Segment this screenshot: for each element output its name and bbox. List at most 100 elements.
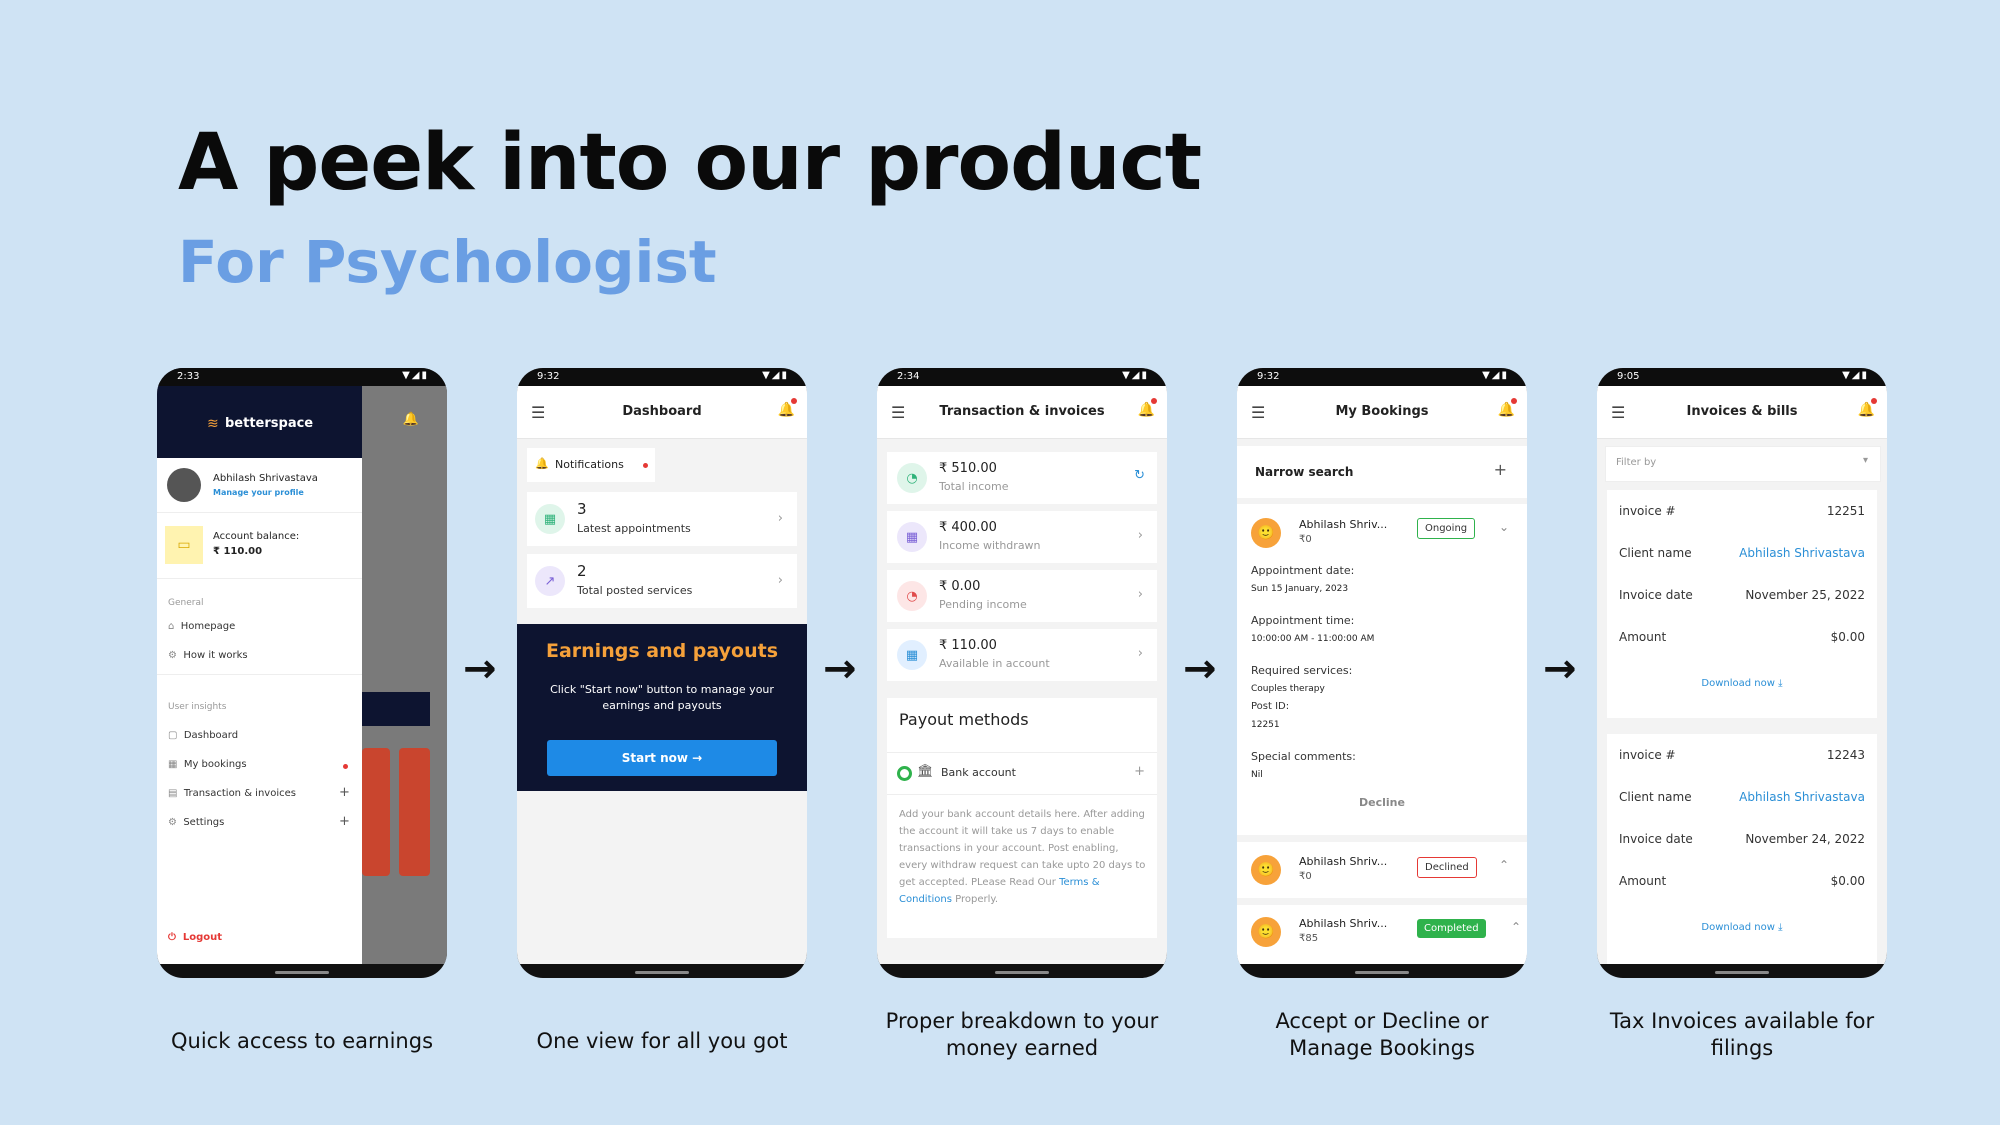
time-label: Appointment time: [1251, 614, 1355, 627]
row-value: $0.00 [1830, 874, 1865, 888]
row-amount: ₹ 510.00 [939, 461, 997, 476]
home-indicator[interactable] [635, 971, 689, 974]
row-value: 12243 [1826, 748, 1865, 762]
button-label: Start now [621, 751, 688, 765]
chevron-down-icon[interactable]: ⌄ [1499, 520, 1509, 534]
calendar-icon: ▦ [897, 640, 927, 670]
brand-name: betterspace [225, 416, 314, 431]
sidebar-item-my-bookings[interactable]: ▦ My bookings [168, 759, 247, 770]
expand-settings-button[interactable]: + [339, 814, 350, 829]
transaction-row-pending[interactable]: ◔ ₹ 0.00 Pending income › [887, 570, 1157, 622]
notification-dot [1871, 398, 1877, 404]
divider [887, 794, 1157, 795]
booking-name: Abhilash Shriv... [1299, 917, 1388, 930]
bell-icon[interactable]: 🔔 [778, 402, 795, 418]
screen-title: My Bookings [1335, 404, 1429, 419]
notification-dot [1511, 398, 1517, 404]
status-icons: ▼◢▮ [762, 370, 789, 381]
status-icons: ▼◢▮ [402, 370, 429, 381]
plus-icon[interactable]: + [1494, 460, 1507, 479]
balance-value: ₹ 110.00 [213, 546, 263, 557]
row-label: Pending income [939, 598, 1027, 611]
stat-card-appointments[interactable]: ▦ 3 Latest appointments › [527, 492, 797, 546]
sidebar-item-homepage[interactable]: ⌂ Homepage [168, 621, 235, 632]
app-bar: ☰ Invoices & bills 🔔 [1597, 386, 1887, 439]
row-label: Total income [939, 480, 1009, 493]
home-indicator[interactable] [995, 971, 1049, 974]
download-icon: ⤓ [1778, 922, 1783, 933]
clock-icon: ◔ [897, 581, 927, 611]
phone-drawer: 🔔 ≋ betterspace Abhilash Shrivastava Man… [157, 368, 447, 978]
chevron-up-icon[interactable]: ⌃ [1499, 858, 1509, 872]
gear-icon: ⚙ [168, 817, 177, 828]
flow-arrow: → [823, 646, 857, 692]
sidebar-item-settings[interactable]: ⚙ Settings [168, 817, 224, 828]
booking-card-completed[interactable]: 🙂 Abhilash Shriv... ₹85 Completed ⌃ [1237, 905, 1527, 964]
row-value: November 25, 2022 [1745, 588, 1865, 602]
transaction-row-withdrawn[interactable]: ▦ ₹ 400.00 Income withdrawn › [887, 511, 1157, 563]
status-badge: Declined [1417, 857, 1477, 878]
decline-button[interactable]: Decline [1237, 796, 1527, 809]
expand-transactions-button[interactable]: + [339, 785, 350, 800]
screen-title: Transaction & invoices [939, 404, 1105, 419]
filter-select[interactable]: Filter by ▾ [1605, 446, 1881, 482]
arrow-right-icon: → [692, 751, 703, 765]
notifications-chip[interactable]: 🔔 Notifications [527, 448, 655, 482]
avatar[interactable] [167, 468, 201, 502]
invoice-number-row: invoice # 12251 [1619, 504, 1865, 518]
invoice-card: invoice # 12243 Client name Abhilash Shriv… [1607, 734, 1877, 964]
client-link[interactable]: Abhilash Shrivastava [1739, 546, 1865, 560]
download-label: Download now [1701, 678, 1775, 689]
transaction-row-total[interactable]: ◔ ₹ 510.00 Total income ↻ [887, 452, 1157, 504]
bell-icon[interactable]: 🔔 [1498, 402, 1515, 418]
row-label: Income withdrawn [939, 539, 1041, 552]
row-value: 12251 [1826, 504, 1865, 518]
chevron-right-icon: › [777, 573, 783, 588]
sidebar-item-label: How it works [183, 650, 248, 661]
row-label: Amount [1619, 630, 1667, 644]
dimmed-overlay[interactable]: 🔔 [362, 386, 447, 964]
add-bank-button[interactable]: + [1134, 764, 1145, 779]
time-value: 10:00:00 AM - 11:00:00 AM [1251, 634, 1375, 644]
client-link[interactable]: Abhilash Shrivastava [1739, 790, 1865, 804]
home-indicator[interactable] [275, 971, 329, 974]
page-subtitle: For Psychologist [178, 228, 717, 296]
caption-dashboard: One view for all you got [536, 1029, 788, 1053]
client-row: Client name Abhilash Shrivastava [1619, 790, 1865, 804]
refresh-icon[interactable]: ↻ [1134, 468, 1145, 483]
notifications-label: Notifications [555, 458, 624, 471]
divider [157, 578, 362, 579]
booking-card-declined[interactable]: 🙂 Abhilash Shriv... ₹0 Declined ⌃ [1237, 842, 1527, 898]
bell-icon[interactable]: 🔔 [1138, 402, 1155, 418]
transaction-row-available[interactable]: ▦ ₹ 110.00 Available in account › [887, 629, 1157, 681]
trend-icon: ↗ [535, 566, 565, 596]
bell-icon[interactable]: 🔔 [403, 412, 419, 427]
status-bar: 2:34 ▼◢▮ [877, 368, 1167, 386]
info-body: Add your bank account details here. Afte… [899, 809, 1146, 888]
sidebar-item-how-it-works[interactable]: ⚙ How it works [168, 650, 248, 661]
stat-card-services[interactable]: ↗ 2 Total posted services › [527, 554, 797, 608]
date-row: Invoice date November 24, 2022 [1619, 832, 1865, 846]
radio-selected[interactable] [897, 766, 912, 781]
sidebar-item-transactions[interactable]: ▤ Transaction & invoices [168, 788, 296, 799]
download-button[interactable]: Download now ⤓ [1607, 678, 1877, 689]
home-indicator[interactable] [1715, 971, 1769, 974]
home-indicator[interactable] [1355, 971, 1409, 974]
status-time: 9:32 [537, 371, 560, 382]
start-now-button[interactable]: Start now → [547, 740, 777, 776]
status-bar: 9:05 ▼◢▮ [1597, 368, 1887, 386]
sidebar-item-label: My bookings [183, 759, 247, 770]
stat-value: 3 [577, 500, 587, 518]
row-label: Invoice date [1619, 832, 1693, 846]
status-time: 2:33 [177, 371, 200, 382]
narrow-search-bar[interactable]: Narrow search + [1237, 446, 1527, 498]
status-bar: 9:32 ▼◢▮ [517, 368, 807, 386]
status-icons: ▼◢▮ [1482, 370, 1509, 381]
bell-icon[interactable]: 🔔 [1858, 402, 1875, 418]
chevron-up-icon[interactable]: ⌃ [1511, 920, 1521, 934]
row-label: Available in account [939, 657, 1050, 670]
logout-button[interactable]: ⏻ Logout [168, 932, 222, 943]
download-button[interactable]: Download now ⤓ [1607, 922, 1877, 933]
manage-profile-link[interactable]: Manage your profile [213, 488, 304, 497]
sidebar-item-dashboard[interactable]: ▢ Dashboard [168, 730, 238, 741]
